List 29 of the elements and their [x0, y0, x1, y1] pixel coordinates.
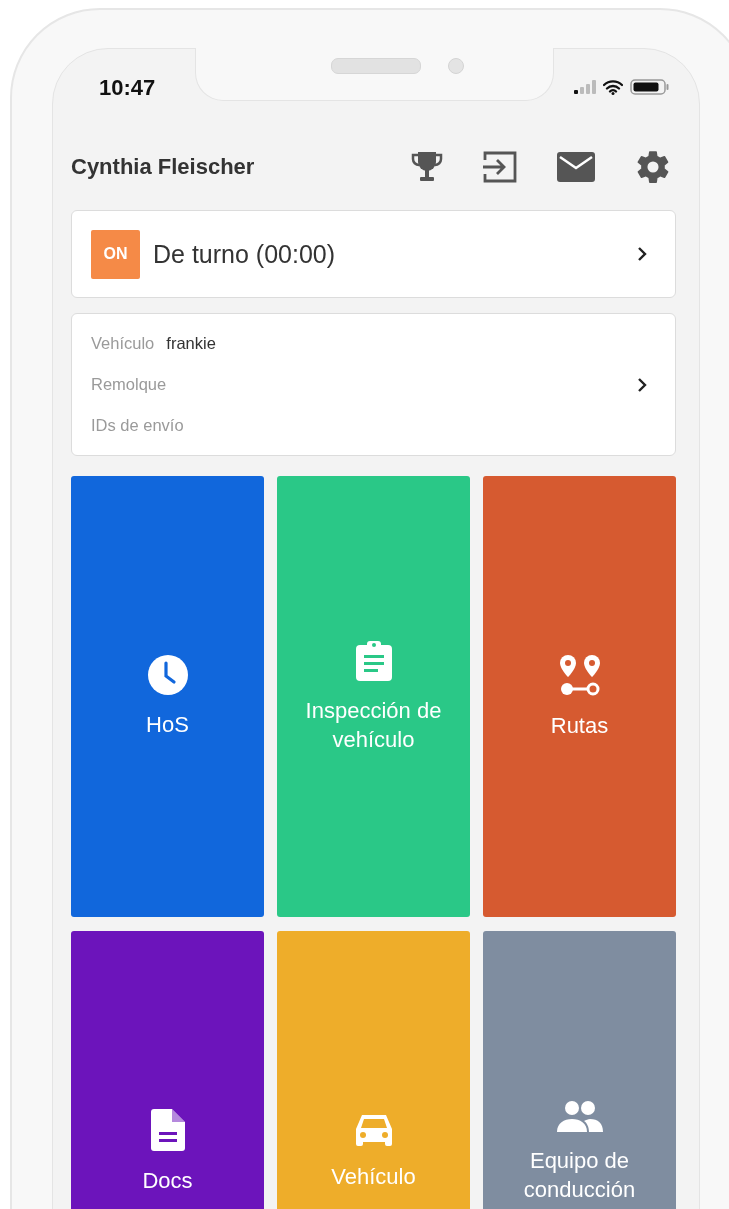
front-camera: [448, 58, 464, 74]
field-label: IDs de envío: [91, 415, 184, 436]
field-value: frankie: [166, 333, 216, 354]
signal-icon: [574, 80, 596, 94]
mail-icon[interactable]: [556, 151, 596, 183]
trophy-icon[interactable]: [410, 150, 444, 184]
duty-status-card[interactable]: ON De turno (00:00): [71, 210, 676, 298]
status-time: 10:47: [99, 75, 156, 101]
menu-tile[interactable]: Rutas: [483, 476, 676, 917]
document-icon: [149, 1108, 186, 1152]
battery-icon: [630, 79, 670, 95]
assignment-card[interactable]: Vehículo frankie Remolque IDs de envío: [71, 313, 676, 456]
sign-in-icon[interactable]: [482, 150, 518, 184]
chevron-icon: [637, 246, 647, 262]
wifi-icon: [603, 79, 623, 95]
duty-status-label: De turno (00:00): [153, 239, 337, 269]
field-label: Vehículo: [91, 333, 155, 354]
car-icon: [353, 1112, 394, 1148]
field-label: Remolque: [91, 374, 167, 395]
menu-tile[interactable]: HoS: [71, 476, 264, 917]
route-icon: [557, 653, 602, 697]
clock-icon: [146, 654, 189, 696]
people-icon: [555, 1099, 604, 1132]
clipboard-icon: [354, 639, 393, 682]
menu-tile[interactable]: Docs: [71, 931, 264, 1209]
status-badge: ON: [91, 229, 140, 279]
menu-tile[interactable]: Equipo de conducción: [483, 931, 676, 1209]
chevron-icon: [637, 376, 647, 393]
user-name: Cynthia Fleischer: [71, 154, 255, 180]
